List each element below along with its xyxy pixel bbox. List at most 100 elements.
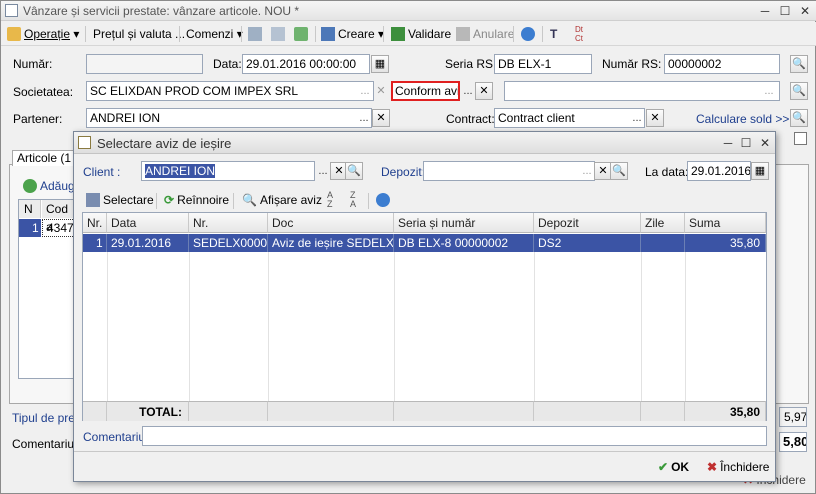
- cell-data: 29.01.2016: [107, 234, 189, 252]
- depozit-input[interactable]: [423, 161, 595, 181]
- cancel-doc-icon: [456, 27, 470, 41]
- col-n-header: N: [19, 200, 41, 218]
- close-icon[interactable]: ✕: [797, 3, 813, 19]
- comentariu-label: Comentariu:: [12, 437, 78, 451]
- conform-aviz-input[interactable]: Conform aviz: [391, 81, 460, 101]
- close-x-icon: ✖: [707, 460, 718, 474]
- selectare-button[interactable]: Selectare: [86, 191, 154, 209]
- sort-asc-icon[interactable]: AZ: [327, 191, 333, 209]
- total-value: 35,80: [685, 401, 766, 421]
- search-icon[interactable]: 🔍: [345, 162, 363, 180]
- calculare-sold-link[interactable]: Calculare sold >>: [696, 112, 789, 126]
- anulare-button[interactable]: Anulare: [456, 25, 514, 43]
- col-header-depozit[interactable]: Depozit: [534, 213, 641, 233]
- table-row[interactable]: 1 29.01.2016 SEDELX0000 Aviz de ieșire S…: [83, 234, 766, 252]
- operatie-button[interactable]: Operație ▾: [7, 25, 79, 43]
- partener-input[interactable]: ANDREI ION: [86, 108, 372, 128]
- comenzi-button[interactable]: Comenzi ▾: [186, 25, 243, 43]
- post-icon[interactable]: [248, 25, 265, 43]
- selectare-aviz-dialog: Selectare aviz de ieșire ─ ☐ ✕ Client : …: [73, 131, 776, 482]
- numar-label: Număr:: [13, 57, 53, 71]
- inchidere-button[interactable]: ✖ Închidere: [707, 458, 769, 476]
- magnifier-icon: 🔍: [242, 193, 257, 207]
- structure-icon[interactable]: [271, 25, 288, 43]
- maximize-icon[interactable]: ☐: [777, 3, 793, 19]
- clear-icon[interactable]: ✕: [373, 82, 389, 100]
- search-icon[interactable]: 🔍: [790, 109, 808, 127]
- clear-icon[interactable]: ✕: [475, 82, 493, 100]
- reinnoire-button[interactable]: ⟳ Reînnoire: [164, 191, 229, 209]
- select-dots-icon[interactable]: ...: [315, 162, 331, 180]
- select-dots-icon[interactable]: ...: [579, 162, 595, 180]
- col-header-nr2[interactable]: Nr.: [189, 213, 268, 233]
- la-data-input[interactable]: 29.01.2016: [687, 161, 751, 181]
- select-dots-icon[interactable]: ...: [629, 109, 645, 127]
- sort-desc-icon[interactable]: ZA: [350, 191, 356, 209]
- col-header-nr[interactable]: Nr.: [83, 213, 107, 233]
- col-cod-header: Cod a: [42, 200, 75, 234]
- dialog-title-bar: Selectare aviz de ieșire ─ ☐ ✕: [74, 132, 775, 154]
- cell-suma: 35,80: [685, 234, 766, 252]
- minimize-icon[interactable]: ─: [757, 3, 773, 19]
- cell-nr: 1: [83, 234, 107, 252]
- contract-input[interactable]: Contract client: [494, 108, 645, 128]
- search-icon[interactable]: 🔍: [790, 82, 808, 100]
- tipul-pret-label[interactable]: Tipul de preț: [12, 411, 78, 425]
- seria-input[interactable]: DB ELX-1: [494, 54, 592, 74]
- flag-checkbox[interactable]: [794, 132, 807, 145]
- refresh-icon: ⟳: [164, 193, 175, 207]
- check-icon: ✔: [658, 460, 669, 474]
- validare-button[interactable]: Validare: [391, 25, 451, 43]
- col-header-seria[interactable]: Seria și număr: [394, 213, 534, 233]
- seria-label: Seria RS:: [445, 57, 497, 71]
- right-value-2: 5,80: [779, 432, 807, 452]
- minimize-icon[interactable]: ─: [720, 135, 736, 151]
- app-icon: [5, 4, 18, 17]
- comment-bubble-icon[interactable]: [521, 25, 538, 43]
- col-header-suma[interactable]: Suma: [685, 213, 766, 233]
- data-input[interactable]: 29.01.2016 00:00:00: [242, 54, 370, 74]
- cell-seria: DB ELX-8 00000002: [394, 234, 534, 252]
- new-copy-icon[interactable]: [294, 25, 311, 43]
- ok-button[interactable]: ✔ OK: [658, 458, 689, 476]
- row-cod[interactable]: 4347: [42, 219, 75, 237]
- total-label: TOTAL:: [107, 401, 189, 421]
- search-icon[interactable]: 🔍: [610, 162, 628, 180]
- select-dots-icon[interactable]: ...: [761, 82, 777, 100]
- select-dots-icon[interactable]: ...: [460, 82, 476, 100]
- col-header-doc[interactable]: Doc: [268, 213, 394, 233]
- row-n[interactable]: 1: [19, 219, 41, 237]
- numar-rs-input[interactable]: 00000002: [664, 54, 780, 74]
- select-dots-icon[interactable]: ...: [356, 109, 372, 127]
- societatea-extra-input[interactable]: [504, 81, 780, 101]
- comment-bubble-icon[interactable]: [376, 191, 393, 209]
- calendar-icon[interactable]: ▦: [371, 55, 389, 73]
- pretul-button[interactable]: Prețul și valuta ...: [93, 25, 185, 43]
- col-header-data[interactable]: Data: [107, 213, 189, 233]
- col-header-zile[interactable]: Zile: [641, 213, 685, 233]
- search-icon[interactable]: 🔍: [790, 55, 808, 73]
- dialog-icon: [78, 136, 91, 149]
- clear-icon[interactable]: ✕: [646, 109, 664, 127]
- client-input[interactable]: ANDREI ION: [141, 161, 315, 181]
- validate-icon: [391, 27, 405, 41]
- cell-depozit: DS2: [534, 234, 641, 252]
- text-format-icon[interactable]: T: [550, 25, 557, 43]
- debit-credit-icon[interactable]: Dt Ct: [575, 25, 583, 43]
- dialog-comentariu-input[interactable]: [142, 426, 767, 446]
- dialog-title: Selectare aviz de ieșire: [97, 136, 232, 151]
- numar-input[interactable]: [86, 54, 203, 74]
- societatea-input[interactable]: SC ELIXDAN PROD COM IMPEX SRL: [86, 81, 374, 101]
- maximize-icon[interactable]: ☐: [738, 135, 754, 151]
- close-icon[interactable]: ✕: [757, 135, 773, 151]
- select-dots-icon[interactable]: ...: [357, 82, 373, 100]
- clear-icon[interactable]: ✕: [372, 109, 390, 127]
- afisare-aviz-button[interactable]: 🔍 Afișare aviz: [242, 191, 322, 209]
- creare-button[interactable]: Creare ▾: [321, 25, 384, 43]
- articole-tab[interactable]: Articole (1 p: [12, 150, 74, 166]
- operation-icon: [7, 27, 21, 41]
- adauga-button[interactable]: Adăug: [23, 177, 75, 195]
- depozit-label: Depozit:: [381, 165, 426, 179]
- numar-rs-label: Număr RS:: [602, 57, 662, 71]
- calendar-icon[interactable]: ▦: [751, 162, 769, 180]
